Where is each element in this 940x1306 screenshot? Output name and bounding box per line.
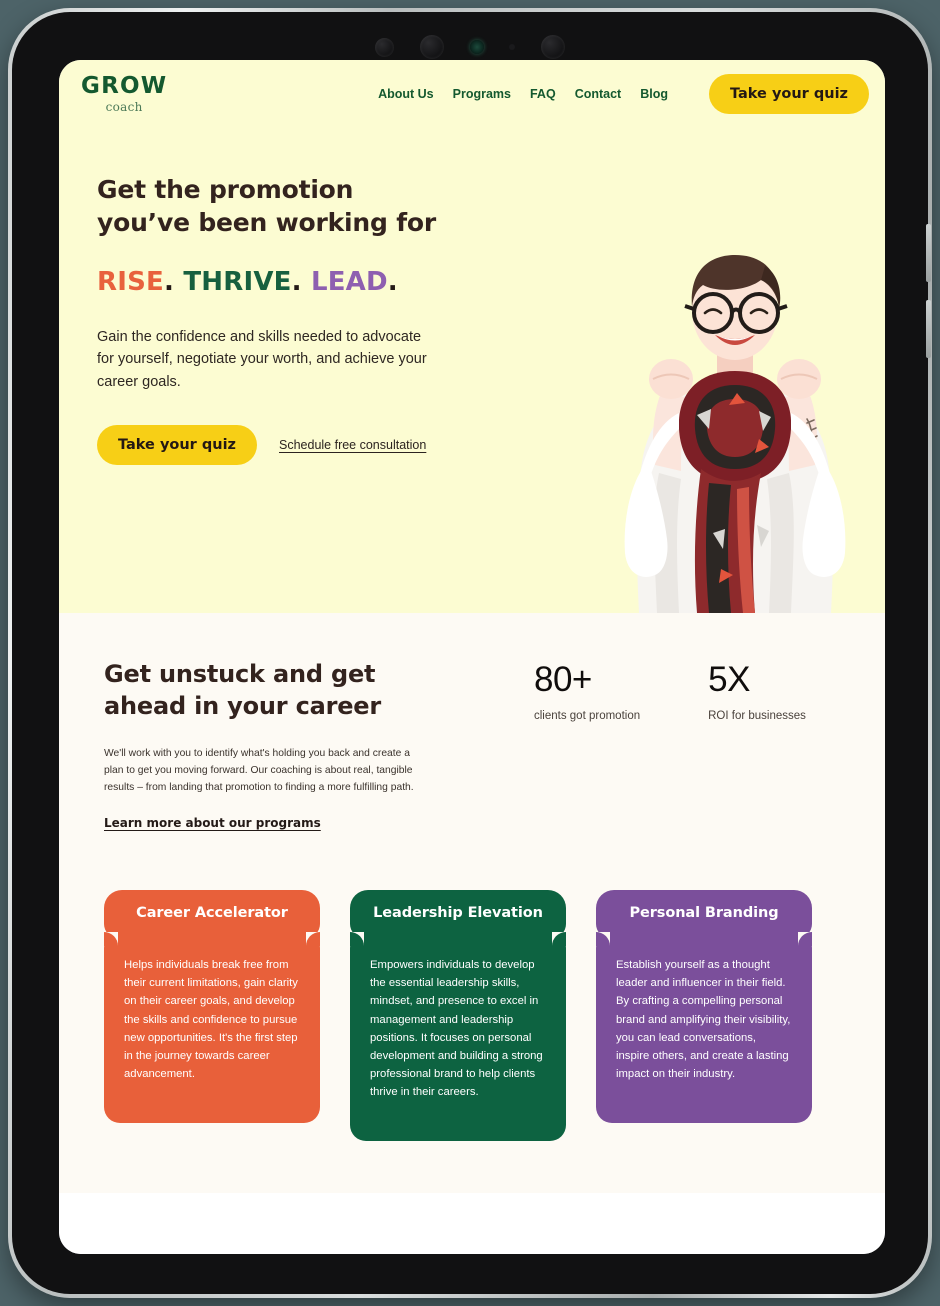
logo-subtext: coach (105, 100, 143, 114)
logo-wordmark: GROW (81, 73, 168, 99)
camera-flash-icon (469, 40, 484, 54)
card-title: Personal Branding (629, 905, 779, 922)
nav-item-blog[interactable]: Blog (640, 87, 668, 101)
card-title: Leadership Elevation (373, 905, 543, 922)
card-body: Empowers individuals to develop the esse… (350, 932, 566, 1141)
volume-up-button[interactable] (926, 224, 931, 282)
card-notch-left (596, 932, 610, 947)
final-cta-section: Tired of Being Overlooked? Let’s Change … (59, 1192, 885, 1254)
card-description: Establish yourself as a thought leader a… (616, 959, 791, 1080)
camera-island (375, 30, 565, 64)
camera-sensor-icon (509, 44, 516, 50)
learn-more-programs-link[interactable]: Learn more about our programs (104, 816, 321, 830)
hero-headline-line-1: Get the promotion (97, 175, 354, 204)
unstuck-heading-line-2: ahead in your career (104, 692, 382, 721)
hero-take-quiz-button[interactable]: Take your quiz (97, 425, 257, 466)
final-cta-heading-line-1: Tired of Being Overlooked? (104, 1253, 443, 1254)
card-header: Career Accelerator (104, 890, 320, 939)
card-notch-right (306, 932, 320, 947)
nav-item-programs[interactable]: Programs (453, 87, 511, 101)
card-header: Personal Branding (596, 890, 812, 939)
card-description: Empowers individuals to develop the esse… (370, 959, 543, 1098)
hero-subtitle: Gain the confidence and skills needed to… (97, 329, 427, 390)
tablet-device-frame: GROW coach About Us Programs FAQ Contact… (8, 8, 932, 1298)
stats-group: 80+ clients got promotion 5X ROI for bus… (534, 658, 806, 832)
unstuck-heading-line-1: Get unstuck and get (104, 660, 376, 688)
program-card-career-accelerator[interactable]: Career Accelerator Helps individuals bre… (104, 890, 320, 1141)
nav-item-contact[interactable]: Contact (575, 87, 622, 101)
card-header: Leadership Elevation (350, 890, 566, 939)
stat-label: ROI for businesses (708, 710, 806, 722)
hero-copy: Get the promotion you’ve been working fo… (97, 173, 497, 466)
camera-lens-icon (541, 35, 565, 59)
stat-value: 5X (708, 660, 750, 699)
volume-down-button[interactable] (926, 300, 931, 358)
tagline-word-lead: LEAD (310, 267, 388, 297)
tagline-word-rise: RISE (97, 267, 164, 297)
header-take-quiz-button[interactable]: Take your quiz (709, 74, 869, 114)
hero-headline: Get the promotion you’ve been working fo… (97, 173, 497, 239)
final-cta-body: Are you ready to take control of your ca… (495, 1251, 840, 1254)
card-title: Career Accelerator (136, 905, 288, 922)
hero-headline-line-2: you’ve been working for (97, 208, 437, 237)
card-notch-left (350, 932, 364, 947)
program-card-personal-branding[interactable]: Personal Branding Establish yourself as … (596, 890, 812, 1141)
final-cta-heading: Tired of Being Overlooked? Let’s Change … (104, 1251, 459, 1254)
hero-section: Get the promotion you’ve been working fo… (59, 128, 885, 613)
main-navigation: About Us Programs FAQ Contact Blog Take … (378, 74, 869, 114)
card-notch-right (798, 932, 812, 947)
card-body: Establish yourself as a thought leader a… (596, 932, 812, 1123)
card-description: Helps individuals break free from their … (124, 959, 298, 1080)
unstuck-copy: Get unstuck and get ahead in your career… (104, 658, 444, 832)
tablet-screen: GROW coach About Us Programs FAQ Contact… (59, 60, 885, 1254)
tagline-word-thrive: THRIVE (183, 267, 292, 297)
card-body: Helps individuals break free from their … (104, 932, 320, 1123)
card-notch-left (104, 932, 118, 947)
nav-item-faq[interactable]: FAQ (530, 87, 556, 101)
schedule-consultation-link[interactable]: Schedule free consultation (279, 438, 426, 452)
program-card-leadership-elevation[interactable]: Leadership Elevation Empowers individual… (350, 890, 566, 1141)
hero-photo (585, 233, 885, 613)
site-header: GROW coach About Us Programs FAQ Contact… (59, 60, 885, 128)
camera-lens-icon (419, 35, 444, 59)
webpage: GROW coach About Us Programs FAQ Contact… (59, 60, 885, 1254)
unstuck-top-row: Get unstuck and get ahead in your career… (104, 658, 847, 832)
site-logo[interactable]: GROW coach (81, 73, 168, 114)
final-cta-copy: Tired of Being Overlooked? Let’s Change … (104, 1251, 459, 1254)
hero-tagline: RISE. THRIVE. LEAD. (97, 267, 497, 297)
tagline-dot: . (163, 267, 175, 297)
nav-item-about-us[interactable]: About Us (378, 87, 434, 101)
get-unstuck-section: Get unstuck and get ahead in your career… (59, 613, 885, 1193)
tagline-dot: . (387, 267, 398, 297)
stat-clients-promoted: 80+ clients got promotion (534, 662, 640, 832)
tagline-dot: . (291, 267, 302, 297)
hero-actions: Take your quiz Schedule free consultatio… (97, 425, 497, 466)
camera-lens-icon (375, 37, 394, 57)
tablet-bezel: GROW coach About Us Programs FAQ Contact… (12, 12, 931, 1294)
program-cards: Career Accelerator Helps individuals bre… (104, 890, 847, 1141)
card-notch-right (552, 932, 566, 947)
stat-label: clients got promotion (534, 710, 641, 722)
stat-roi: 5X ROI for businesses (708, 662, 806, 832)
stat-value: 80+ (534, 660, 592, 699)
unstuck-heading: Get unstuck and get ahead in your career (104, 658, 444, 722)
unstuck-paragraph: We'll work with you to identify what's h… (104, 748, 414, 793)
